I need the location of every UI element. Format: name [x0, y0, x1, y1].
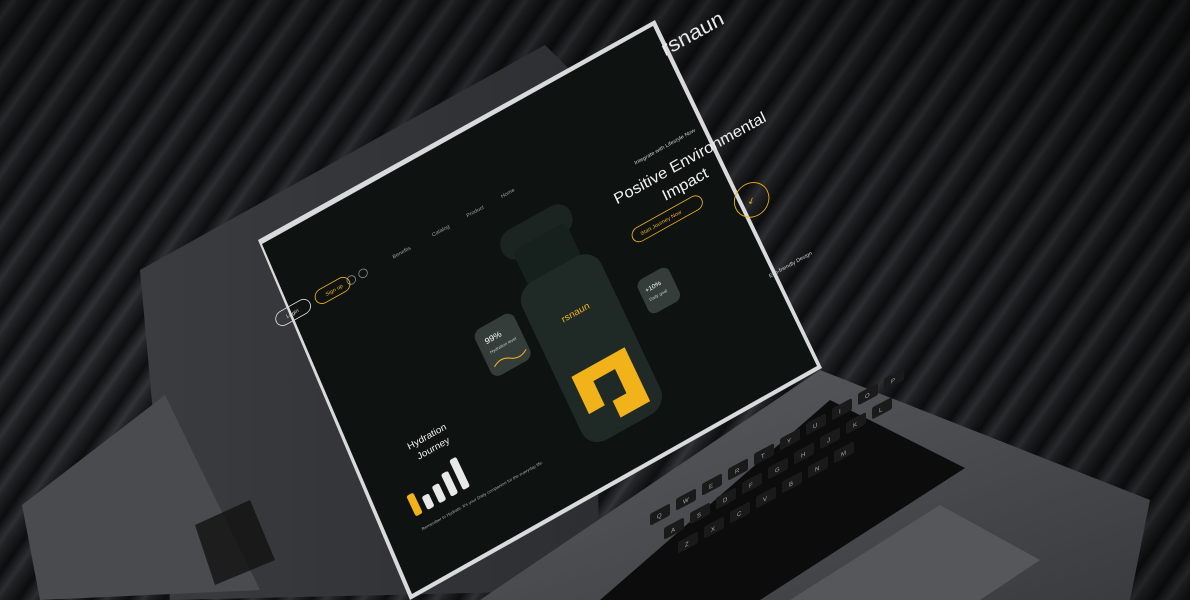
eco-badge: Eco-friendly Design [768, 251, 813, 280]
laptop-scene: QWERTYUIOPASDFGHJKLZXCVBNM rsnaun Home P… [22, 6, 1150, 600]
site-logo[interactable]: rsnaun [657, 6, 727, 61]
keyboard-key-label: I [839, 408, 841, 416]
arrow-icon: ↙ [746, 194, 757, 206]
